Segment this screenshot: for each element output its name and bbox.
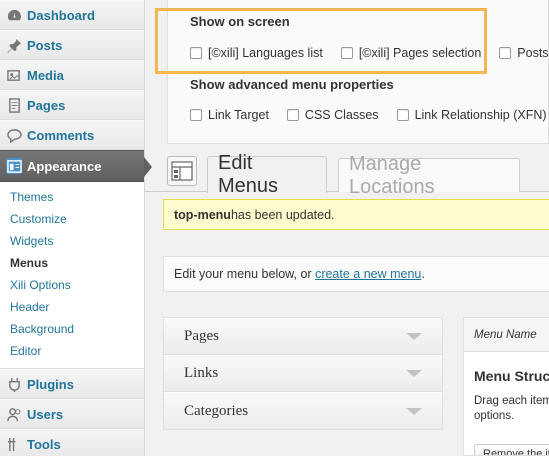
sidebar-item-label: Appearance (27, 158, 102, 174)
checkbox[interactable] (286, 109, 299, 121)
sidebar-item-label: Comments (27, 127, 95, 143)
media-icon (6, 67, 22, 83)
option-link-target[interactable]: Link Target (190, 108, 269, 122)
appearance-submenu: Themes Customize Widgets Menus Xili Opti… (0, 182, 144, 369)
sidebar-item-label: Media (27, 67, 64, 83)
create-new-menu-link[interactable]: create a new menu (315, 267, 421, 281)
menu-structure-description: Drag each item options. (474, 394, 549, 424)
menu-item-button[interactable]: Remove the item (474, 444, 549, 455)
menus-screen-icon (167, 156, 197, 186)
accordion-links[interactable]: Links (164, 355, 442, 392)
accordion-label: Pages (184, 328, 219, 344)
description-line: options. (474, 410, 515, 422)
submenu-widgets[interactable]: Widgets (0, 230, 144, 252)
submenu-header[interactable]: Header (0, 296, 144, 318)
admin-sidebar: Dashboard Posts Media Pages Comments App… (0, 0, 152, 456)
advanced-properties-options: Link Target CSS Classes Link Relationshi… (190, 108, 549, 122)
sidebar-item-label: Plugins (27, 376, 74, 392)
option-label: CSS Classes (304, 108, 379, 122)
add-items-accordion: Pages Links Categories (163, 317, 443, 430)
comment-icon (6, 127, 22, 143)
sidebar-item-label: Posts (27, 37, 63, 53)
checkbox[interactable] (499, 47, 512, 59)
sidebar-item-label: Tools (27, 436, 61, 452)
sidebar-item-media[interactable]: Media (0, 60, 144, 90)
sidebar-item-tools[interactable]: Tools (0, 429, 144, 456)
pin-icon (6, 37, 22, 53)
nav-tabs: Edit Menus Manage Locations (145, 152, 549, 198)
tab-edit-menus[interactable]: Edit Menus (207, 152, 327, 197)
advanced-properties-heading: Show advanced menu properties (190, 77, 394, 92)
sidebar-item-appearance[interactable]: Appearance (0, 150, 152, 182)
highlight-box (155, 8, 487, 74)
option-link-relationship[interactable]: Link Relationship (XFN) (396, 108, 547, 122)
instruction-suffix: . (421, 267, 425, 281)
option-label: Posts (517, 46, 549, 60)
dashboard-icon (6, 7, 22, 23)
option-css-classes[interactable]: CSS Classes (286, 108, 379, 122)
sidebar-item-label: Users (27, 406, 64, 422)
chevron-down-icon (406, 407, 422, 415)
tab-manage-locations[interactable]: Manage Locations (338, 153, 520, 198)
sidebar-item-comments[interactable]: Comments (0, 120, 144, 150)
pages-icon (6, 97, 22, 113)
instruction-prefix: Edit your menu below, or (174, 267, 312, 281)
update-notice: top-menu has been updated. (163, 199, 549, 230)
notice-menu-name: top-menu (174, 207, 231, 222)
chevron-down-icon (406, 370, 422, 377)
chevron-down-icon (406, 333, 422, 340)
sidebar-item-dashboard[interactable]: Dashboard (0, 0, 144, 30)
submenu-editor[interactable]: Editor (0, 340, 144, 362)
submenu-menus[interactable]: Menus (0, 252, 144, 274)
checkbox[interactable] (396, 109, 409, 121)
accordion-categories[interactable]: Categories (164, 392, 442, 429)
menu-structure-panel: Menu Name Menu Structure Drag each item … (463, 317, 549, 456)
description-line: Drag each item (474, 395, 549, 407)
notice-message: has been updated. (230, 207, 335, 222)
accordion-label: Links (184, 365, 219, 381)
edit-menu-instructions: Edit your menu below, or create a new me… (163, 256, 549, 292)
submenu-themes[interactable]: Themes (0, 186, 144, 208)
sidebar-item-label: Pages (27, 97, 66, 113)
submenu-xili-options[interactable]: Xili Options (0, 274, 144, 296)
tools-icon (6, 436, 22, 452)
users-icon (6, 406, 22, 422)
sidebar-item-users[interactable]: Users (0, 399, 144, 429)
option-label: Link Relationship (XFN) (414, 108, 547, 122)
accordion-label: Categories (184, 402, 249, 419)
sidebar-item-posts[interactable]: Posts (0, 30, 144, 60)
sidebar-item-label: Dashboard (27, 7, 95, 23)
menu-name-label: Menu Name (464, 318, 549, 352)
plugin-icon (6, 376, 22, 392)
option-label: Link Target (208, 108, 269, 122)
appearance-icon (6, 158, 22, 174)
checkbox[interactable] (190, 109, 202, 121)
menu-structure-title: Menu Structure (474, 368, 549, 384)
submenu-background[interactable]: Background (0, 318, 144, 340)
option-posts[interactable]: Posts (499, 46, 549, 60)
accordion-pages[interactable]: Pages (164, 318, 442, 355)
submenu-customize[interactable]: Customize (0, 208, 144, 230)
sidebar-item-plugins[interactable]: Plugins (0, 369, 144, 399)
sidebar-item-pages[interactable]: Pages (0, 90, 144, 120)
